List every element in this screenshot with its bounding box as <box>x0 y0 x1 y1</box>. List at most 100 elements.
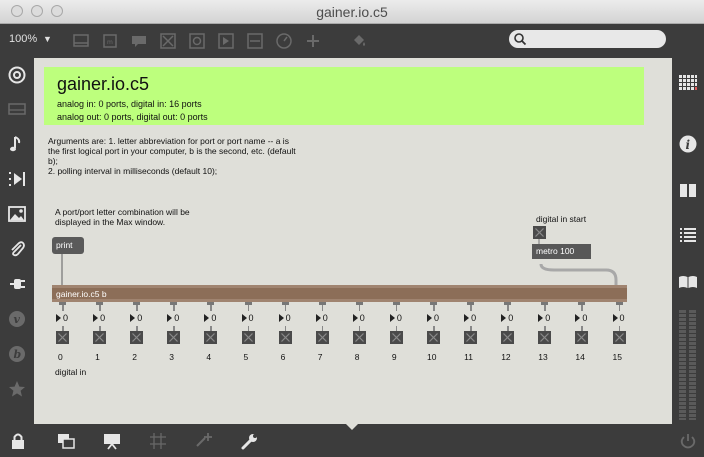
number-box-value: 0 <box>248 313 254 323</box>
beap-icon[interactable]: b <box>7 344 27 364</box>
plus-icon[interactable] <box>304 32 322 50</box>
channel-toggle[interactable] <box>612 331 626 344</box>
number-box[interactable]: 0 <box>241 312 278 326</box>
presentation-icon[interactable] <box>56 431 76 451</box>
comment-icon[interactable] <box>130 32 148 50</box>
lock-icon[interactable] <box>8 431 28 451</box>
channel-toggle[interactable] <box>464 331 478 344</box>
channel-toggle[interactable] <box>427 331 440 344</box>
number-box-arrow <box>427 314 432 322</box>
new-object-icon[interactable] <box>194 431 214 451</box>
patcher-handle-icon[interactable] <box>346 424 358 430</box>
v8-icon[interactable]: v <box>7 309 27 329</box>
channel-toggle[interactable] <box>352 331 366 344</box>
header-panel: gainer.io.c5 analog in: 0 ports, digital… <box>44 67 644 125</box>
present-mode-icon[interactable] <box>102 431 122 451</box>
metro-object[interactable]: metro 100 <box>532 244 591 259</box>
channel-toggle[interactable] <box>538 331 552 344</box>
number-box[interactable]: 0 <box>501 312 537 326</box>
channel-label: 4 <box>206 352 212 362</box>
toggle-x-icon <box>429 333 438 342</box>
number-box-value: 0 <box>174 313 180 323</box>
channel-label: 3 <box>169 352 175 362</box>
paperclip-icon[interactable] <box>7 239 27 259</box>
number-box[interactable]: 0 <box>464 312 500 326</box>
info-icon[interactable]: i <box>678 134 698 154</box>
power-icon[interactable] <box>678 431 698 451</box>
reference-icon[interactable] <box>678 272 698 292</box>
number-box[interactable]: 0 <box>427 312 463 326</box>
book-icon[interactable] <box>678 180 698 200</box>
number-box[interactable]: 0 <box>167 312 203 326</box>
channel-label: 7 <box>317 352 323 362</box>
number-box-value: 0 <box>434 313 440 323</box>
number-box[interactable]: 0 <box>56 312 92 326</box>
channel-toggle[interactable] <box>204 331 218 344</box>
number-box-value: 0 <box>471 313 477 323</box>
number-box[interactable]: 0 <box>575 312 611 326</box>
paint-bucket-icon[interactable] <box>350 32 368 50</box>
number-box[interactable]: 0 <box>389 312 426 326</box>
patcher-canvas[interactable]: gainer.io.c5 analog in: 0 ports, digital… <box>34 58 672 424</box>
channel-toggle[interactable] <box>93 331 107 344</box>
comment-line: b); <box>48 156 58 166</box>
toggle-icon[interactable] <box>188 32 206 50</box>
patch-cord <box>544 305 546 311</box>
channel-toggle[interactable] <box>575 331 589 344</box>
print-message[interactable]: print <box>52 237 84 254</box>
number-box[interactable]: 0 <box>538 312 574 326</box>
patch-cord <box>358 305 361 311</box>
channel-toggle[interactable] <box>501 331 515 344</box>
number-box-arrow <box>538 314 544 322</box>
gainer-io-object[interactable]: gainer.io.c5 b <box>52 285 627 302</box>
patch-cord <box>210 305 212 311</box>
channel-toggle[interactable] <box>56 331 69 344</box>
zoom-dropdown-icon[interactable]: ▼ <box>43 34 52 44</box>
channel-toggle[interactable] <box>241 331 255 344</box>
list-icon[interactable] <box>678 225 698 245</box>
channel-toggle[interactable] <box>130 331 144 344</box>
image-icon[interactable] <box>7 204 27 224</box>
channel-label: 11 <box>464 352 473 362</box>
music-note-icon[interactable] <box>7 134 27 154</box>
video-icon[interactable] <box>7 169 27 189</box>
channel-label: 0 <box>58 352 63 362</box>
print-message-label: print <box>56 240 73 250</box>
number-box[interactable]: 0 <box>352 312 389 326</box>
wrench-icon[interactable] <box>240 431 260 451</box>
channel-toggle[interactable] <box>315 331 329 344</box>
channel-toggle[interactable] <box>389 331 403 344</box>
number-box[interactable]: 0 <box>130 312 166 326</box>
number-box[interactable]: 0 <box>93 312 129 326</box>
patch-cord <box>395 305 398 311</box>
slider-icon[interactable] <box>246 32 264 50</box>
channel-label: 8 <box>354 352 360 362</box>
number-box-value: 0 <box>63 313 69 323</box>
search-input[interactable] <box>509 30 666 48</box>
keyboard-icon[interactable] <box>7 99 27 119</box>
button-icon[interactable] <box>159 32 177 50</box>
presentation-icon[interactable] <box>72 32 90 50</box>
number-box[interactable]: 0 <box>315 312 352 326</box>
dial-icon[interactable] <box>275 32 293 50</box>
text-icon[interactable]: m <box>101 32 119 50</box>
comment-line: 2. polling interval in milliseconds (def… <box>48 166 218 176</box>
star-icon[interactable] <box>7 379 27 399</box>
toggle-x-icon <box>280 333 290 342</box>
start-toggle[interactable] <box>533 226 546 239</box>
grid-icon[interactable] <box>148 431 168 451</box>
plug-icon[interactable] <box>7 274 27 294</box>
number-box[interactable]: 0 <box>204 312 240 326</box>
number-box[interactable]: 0 <box>278 312 315 326</box>
channel-toggle[interactable] <box>167 331 181 344</box>
play-icon[interactable] <box>217 32 235 50</box>
title-bar: gainer.io.c5 <box>0 0 704 24</box>
zoom-level[interactable]: 100% <box>9 33 37 45</box>
target-icon[interactable] <box>7 65 27 85</box>
number-box-arrow <box>130 314 136 322</box>
number-box[interactable]: 0 <box>612 312 649 326</box>
patch-cord <box>136 305 138 311</box>
channel-toggle[interactable] <box>278 331 292 344</box>
grid-icon[interactable] <box>678 73 698 93</box>
left-sidebar: v b <box>0 58 34 424</box>
